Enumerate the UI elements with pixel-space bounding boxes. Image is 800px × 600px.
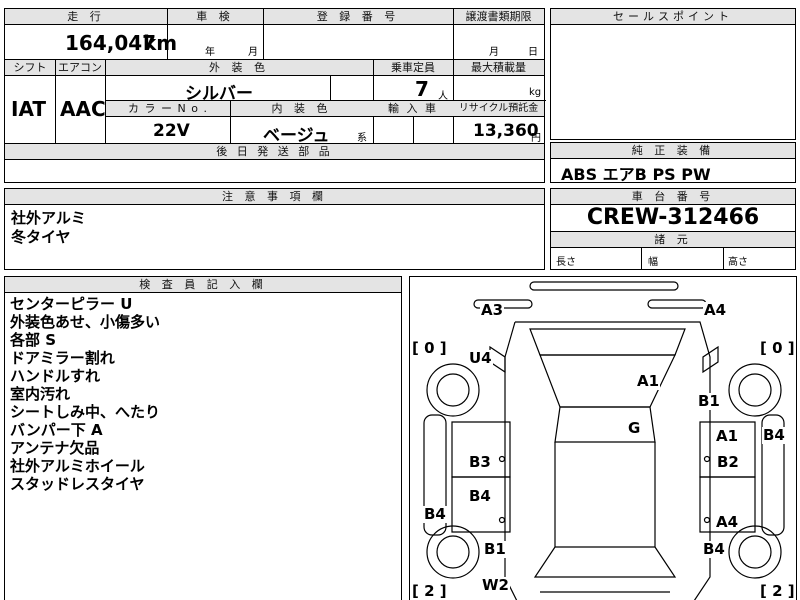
transfer-month: 月 xyxy=(489,47,499,58)
mark-u4: U4 xyxy=(468,349,493,367)
height-label: 高さ xyxy=(728,257,748,268)
inspector-line-1: センターピラー U xyxy=(10,295,133,313)
equipment-value: ABS エアB PS PW xyxy=(561,165,711,184)
max-load-unit: kg xyxy=(529,87,542,98)
inspection-header: 車 検 xyxy=(167,9,263,25)
shift-header: シフト xyxy=(5,60,55,76)
ac-header: エアコン xyxy=(55,60,105,76)
dims-header: 諸 元 xyxy=(551,232,795,248)
length-label: 長さ xyxy=(556,257,576,268)
mark-a4-top: A4 xyxy=(703,301,728,319)
tire-right-rear: [ 2 ] xyxy=(760,582,795,600)
inspector-line-8: バンパー下 A xyxy=(10,421,103,439)
notes-line-1: 社外アルミ xyxy=(11,209,86,227)
tire-right-front: [ 0 ] xyxy=(760,339,795,357)
inspector-block: 検 査 員 記 入 欄 センターピラー U 外装色あせ、小傷多い 各部 S ドア… xyxy=(4,276,402,600)
width-label: 幅 xyxy=(648,257,658,268)
mark-w2: W2 xyxy=(481,576,510,594)
transfer-day: 日 xyxy=(528,47,538,58)
mark-b4-left-door: B4 xyxy=(468,487,492,505)
interior-suffix: 系 xyxy=(357,133,367,144)
capacity-value: 7 xyxy=(415,77,429,101)
sales-point-block: セールスポイント xyxy=(550,8,796,140)
inspector-line-2: 外装色あせ、小傷多い xyxy=(10,313,161,331)
inspector-line-6: 室内汚れ xyxy=(10,385,71,403)
vehicle-info-block: 走 行 車 検 登 録 番 号 譲渡書類期限 164,047 km 年 月 月 … xyxy=(4,8,546,183)
inspection-month: 月 xyxy=(248,47,258,58)
equipment-block: 純 正 装 備 ABS エアB PS PW xyxy=(550,142,796,184)
inspector-line-3: 各部 S xyxy=(10,331,57,349)
later-parts-header: 後 日 発 送 部 品 xyxy=(5,144,544,160)
mark-b4-left: B4 xyxy=(423,505,447,523)
mileage-unit: km xyxy=(143,31,178,55)
mark-a1-roof: A1 xyxy=(636,372,661,390)
mark-b4-right: B4 xyxy=(762,426,786,444)
sales-point-header: セールスポイント xyxy=(551,9,795,25)
mark-b1-right: B1 xyxy=(697,392,721,410)
car-diagram-block: [ 0 ] [ 0 ] [ 2 ] [ 2 ] A3 A4 U4 A1 B1 G… xyxy=(409,276,797,600)
inspection-year: 年 xyxy=(205,47,215,58)
shift-value: IAT xyxy=(11,97,47,121)
mark-b4-rear: B4 xyxy=(702,540,726,558)
ac-value: AAC xyxy=(60,97,106,121)
capacity-header: 乗車定員 xyxy=(373,60,453,76)
recycle-value: 13,360 xyxy=(473,121,539,141)
import-header: 輸 入 車 xyxy=(373,101,453,117)
color-no-value: 22V xyxy=(153,121,190,141)
inspector-line-7: シートしみ中、へたり xyxy=(10,403,161,421)
mark-b3: B3 xyxy=(468,453,492,471)
notes-block: 注 意 事 項 欄 社外アルミ 冬タイヤ xyxy=(4,188,545,270)
chassis-number: CREW-312466 xyxy=(586,205,760,230)
inspector-line-9: アンテナ欠品 xyxy=(10,439,100,457)
mark-a1-door: A1 xyxy=(715,427,740,445)
chassis-block: 車 台 番 号 CREW-312466 諸 元 長さ 幅 高さ xyxy=(550,188,796,270)
color-no-header: カ ラ ー N o . xyxy=(106,101,230,117)
inspector-line-4: ドアミラー割れ xyxy=(10,349,115,367)
inspector-header: 検 査 員 記 入 欄 xyxy=(5,277,401,293)
mark-g: G xyxy=(627,419,642,437)
chassis-header: 車 台 番 号 xyxy=(551,189,795,205)
tire-left-rear: [ 2 ] xyxy=(412,582,447,600)
mark-b1-left: B1 xyxy=(483,540,507,558)
inspector-line-5: ハンドルすれ xyxy=(10,367,101,385)
mileage-header: 走 行 xyxy=(5,9,167,25)
inspector-line-11: スタッドレスタイヤ xyxy=(10,475,145,493)
max-load-header: 最大積載量 xyxy=(453,60,544,76)
registration-header: 登 録 番 号 xyxy=(263,9,453,25)
interior-color-header: 内 装 色 xyxy=(230,101,373,117)
notes-line-2: 冬タイヤ xyxy=(11,228,71,246)
tire-left-front: [ 0 ] xyxy=(412,339,447,357)
mark-a3: A3 xyxy=(480,301,505,319)
mark-b2: B2 xyxy=(716,453,740,471)
notes-header: 注 意 事 項 欄 xyxy=(5,189,544,205)
exterior-color-header: 外 装 色 xyxy=(105,60,373,76)
equipment-header: 純 正 装 備 xyxy=(551,143,795,159)
mark-a4-door: A4 xyxy=(715,513,740,531)
recycle-unit: 円 xyxy=(531,133,541,144)
recycle-header: リサイクル預託金 xyxy=(453,101,544,117)
inspector-line-10: 社外アルミホイール xyxy=(10,457,145,475)
transfer-header: 譲渡書類期限 xyxy=(453,9,544,25)
car-diagram xyxy=(423,281,785,600)
